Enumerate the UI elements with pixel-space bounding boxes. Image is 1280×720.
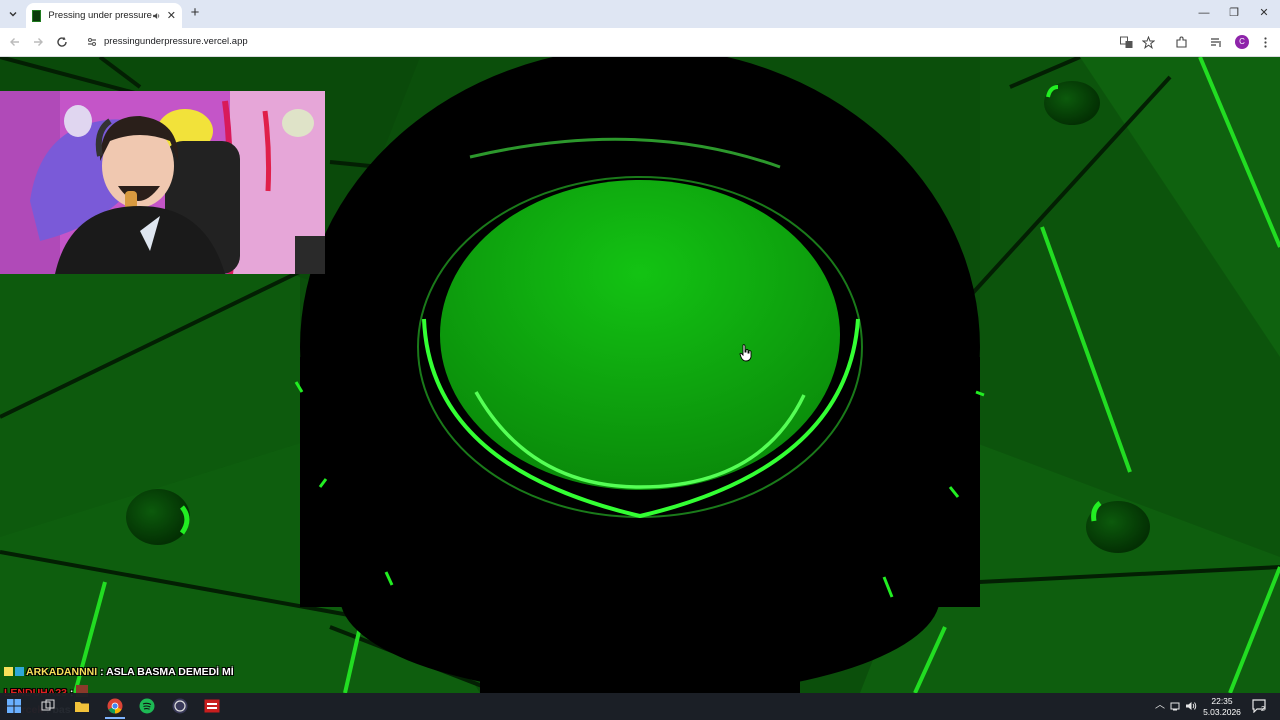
screen: Pressing under pressure ✕ + — ❐ ✕ pressi… (0, 0, 1280, 720)
back-arrow-icon[interactable] (8, 35, 22, 49)
bookmark-star-icon[interactable] (1142, 36, 1155, 49)
speaker-icon[interactable] (152, 10, 161, 22)
clock-date: 5.03.2026 (1203, 707, 1241, 717)
profile-avatar[interactable]: C (1235, 35, 1249, 49)
reload-icon[interactable] (55, 35, 69, 49)
tray-overflow-chevron-icon[interactable]: ︿ (1154, 700, 1166, 712)
chat-message: ARKADANNNI : ASLA BASMA DEMEDİ Mİ (4, 666, 234, 678)
badge-icon (4, 667, 13, 677)
minimize-icon[interactable]: — (1196, 6, 1212, 20)
voicemeeter-icon[interactable] (204, 698, 220, 714)
notification-count: 2 (1261, 706, 1265, 713)
task-view-icon[interactable] (40, 698, 56, 714)
taskbar-clock[interactable]: 22:35 5.03.2026 (1200, 696, 1244, 718)
press-button[interactable] (440, 180, 840, 490)
spotify-icon[interactable] (139, 698, 155, 714)
start-windows-icon[interactable] (6, 698, 22, 714)
chevron-down-icon (9, 12, 17, 17)
forward-arrow-icon[interactable] (31, 35, 45, 49)
translate-icon[interactable] (1120, 36, 1133, 49)
kebab-menu-icon[interactable] (1259, 36, 1272, 49)
close-tab-icon[interactable]: ✕ (167, 10, 176, 21)
badge-icon (15, 667, 24, 677)
webcam-feed-image (0, 91, 325, 274)
tab-search-button[interactable] (4, 5, 22, 23)
webcam-overlay (0, 91, 325, 274)
media-control-icon[interactable] (1210, 36, 1223, 49)
windows-taskbar: ︿ 22:35 5.03.2026 2 (0, 693, 1280, 720)
chat-separator: : (97, 666, 107, 678)
chat-text: ASLA BASMA DEMEDİ Mİ (106, 666, 234, 678)
chat-badges (4, 666, 26, 678)
active-tab[interactable]: Pressing under pressure ✕ (26, 3, 182, 28)
file-explorer-icon[interactable] (74, 698, 90, 714)
network-icon[interactable] (1170, 700, 1182, 712)
browser-tab-bar: Pressing under pressure ✕ + — ❐ ✕ (0, 0, 1280, 28)
browser-toolbar: pressingunderpressure.vercel.app C (0, 28, 1280, 57)
restore-icon[interactable]: ❐ (1226, 6, 1242, 20)
chrome-icon[interactable] (107, 698, 123, 714)
obs-icon[interactable] (172, 698, 188, 714)
url-text[interactable]: pressingunderpressure.vercel.app (104, 36, 248, 47)
tab-title: Pressing under pressure (48, 10, 152, 21)
close-window-icon[interactable]: ✕ (1256, 6, 1272, 20)
hand-cursor-icon (739, 344, 752, 362)
active-app-indicator (105, 717, 125, 719)
volume-icon[interactable] (1185, 700, 1197, 712)
chat-username: ARKADANNNI (26, 666, 98, 678)
clock-time: 22:35 (1211, 696, 1233, 706)
new-tab-button[interactable]: + (188, 5, 202, 20)
site-settings-icon[interactable] (86, 36, 98, 48)
site-favicon-icon (32, 9, 42, 22)
extensions-icon[interactable] (1175, 36, 1188, 49)
